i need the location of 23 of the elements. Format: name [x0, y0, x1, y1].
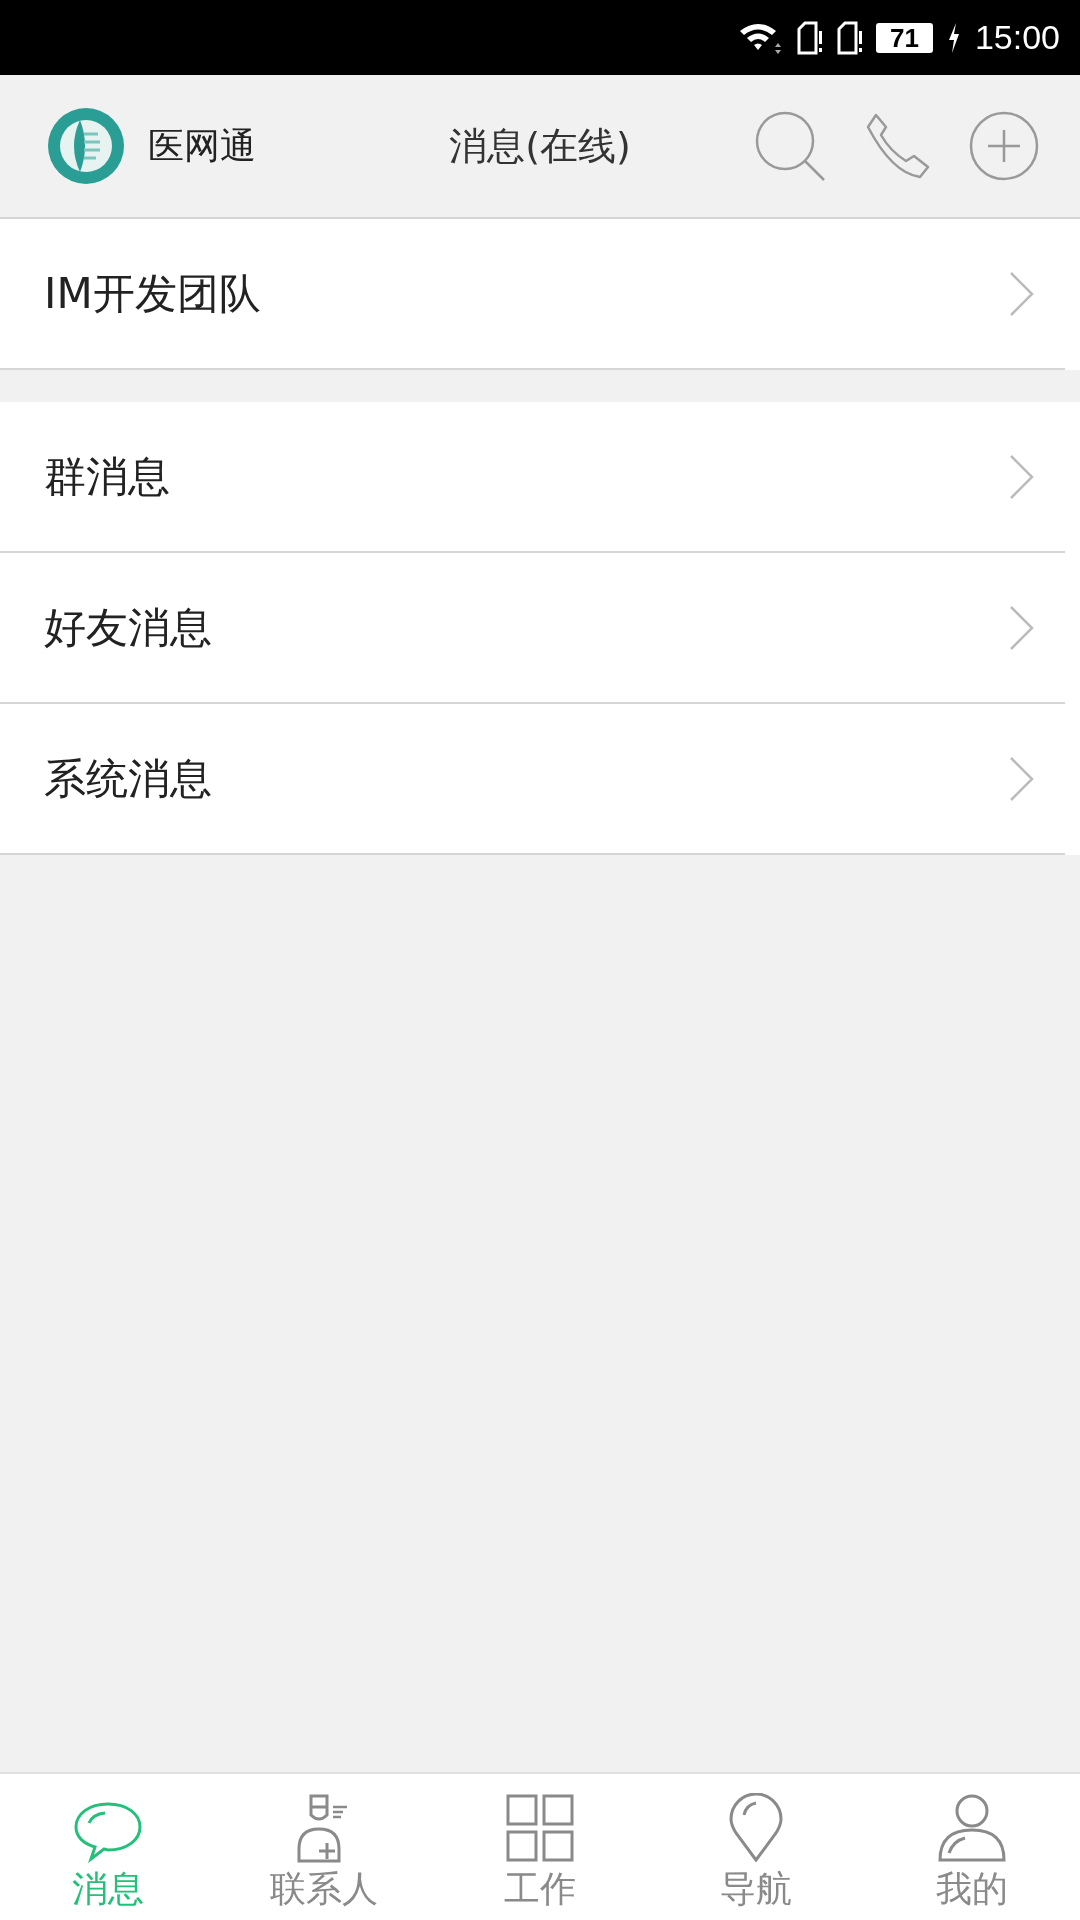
add-icon[interactable] [968, 110, 1040, 182]
sim-card-icon [796, 20, 822, 55]
charging-icon [946, 22, 961, 53]
chevron-icon [1009, 755, 1035, 802]
sim-card-icon [836, 20, 862, 55]
tab[interactable]: 工作 [432, 1774, 648, 1920]
logo-icon [46, 106, 126, 186]
chat-bubble-icon [73, 1801, 143, 1863]
app-name: 医网通 [148, 123, 256, 168]
search-icon[interactable] [754, 110, 826, 182]
chevron-icon [1009, 604, 1035, 651]
tab[interactable]: 我的 [864, 1774, 1080, 1920]
tab[interactable]: 联系人 [216, 1774, 432, 1920]
chevron-icon [1009, 453, 1035, 500]
page-title: 消息(在线) [448, 122, 632, 170]
grid-icon [505, 1793, 575, 1863]
battery-level: 71 [876, 22, 933, 53]
tab[interactable]: 消息 [0, 1774, 216, 1920]
tab[interactable]: 导航 [648, 1774, 864, 1920]
person-icon [937, 1793, 1007, 1863]
location-pin-icon [728, 1793, 784, 1863]
clock: 15:00 [974, 18, 1060, 57]
chevron-icon [1009, 270, 1035, 317]
